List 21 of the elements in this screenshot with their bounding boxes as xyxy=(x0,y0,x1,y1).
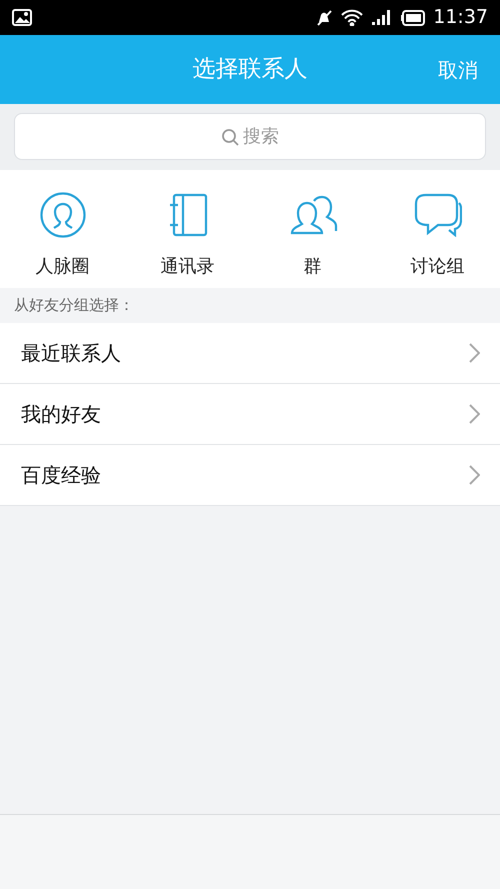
person-circle-icon xyxy=(38,191,86,239)
shortcut-button[interactable]: 讨论组 xyxy=(375,170,500,288)
notebook-icon xyxy=(168,193,208,237)
chevron-icon xyxy=(469,404,480,424)
search-icon xyxy=(221,128,239,146)
shortcut-button[interactable]: 通讯录 xyxy=(125,170,250,288)
friend-group-item[interactable]: 最近联系人 xyxy=(0,323,500,384)
battery-icon xyxy=(401,10,426,26)
shortcut-button[interactable]: 人脉圈 xyxy=(0,170,125,288)
status-time: 11:37 xyxy=(433,5,488,30)
page-title: 选择联系人 xyxy=(192,55,308,84)
friend-group-item[interactable]: 我的好友 xyxy=(0,384,500,445)
section-label: 从好友分组选择： xyxy=(14,295,134,316)
shortcut-button[interactable]: 群 xyxy=(250,170,375,288)
chat-bubbles-icon xyxy=(414,193,462,237)
mute-icon xyxy=(315,8,334,26)
friend-group-item[interactable]: 百度经验 xyxy=(0,445,500,506)
chevron-icon xyxy=(469,465,480,485)
wifi-icon xyxy=(341,9,364,26)
image-icon xyxy=(12,9,32,26)
chevron-icon xyxy=(469,343,480,363)
